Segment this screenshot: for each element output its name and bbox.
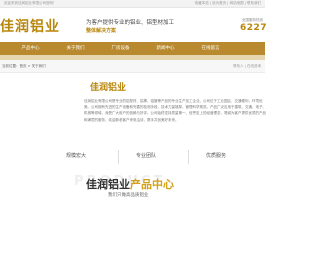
products-title-main: 佳润铝业 [86,178,130,191]
products-title-accent: 产品中心 [130,178,174,191]
feature-scale: 规模宏大 [66,153,87,159]
features-row: 规模宏大 专业团队 优质服务 [0,152,265,164]
hotline-number: 6227 [239,23,267,33]
welcome-text: 欢迎来到佳润铝业有限公司官网！ [4,1,57,5]
about-title: 佳润铝业 [90,83,127,93]
products-subtitle: 我们只做高品质铝业 [108,193,149,198]
contact-links[interactable]: 联系人 | 在线咨询 [233,60,261,72]
nav-item-message[interactable]: 在线留言 [188,42,233,55]
feature-divider [188,150,189,164]
main-nav: 产品中心 关于我们 厂房设备 新闻中心 在线留言 [0,42,265,55]
top-links[interactable]: 收藏本站 | 设为首页 | 网站地图 | 联系我们 [195,0,261,7]
top-bar: 欢迎来到佳润铝业有限公司官网！ 收藏本站 | 设为首页 | 网站地图 | 联系我… [0,0,265,8]
nav-item-about[interactable]: 关于我们 [53,42,98,55]
nav-item-products[interactable]: 产品中心 [8,42,53,55]
nav-item-equipment[interactable]: 厂房设备 [98,42,143,55]
site-logo[interactable]: 佳润铝业 [0,16,60,36]
about-description: 佳润铝业有限公司是专业的铝型材、铝棒、铝管等产品的专业生产加工企业。公司位于工业… [84,99,266,122]
feature-service: 优质服务 [206,153,227,159]
header-slogan-sub: 整体解决方案 [86,28,117,34]
header-slogan: 为客户提供专业的铝业、铝型材加工 [86,20,175,26]
feature-divider [118,150,119,164]
breadcrumb[interactable]: 当前位置：首页 > 关于我们 [2,60,46,72]
site-header: 佳润铝业 为客户提供专业的铝业、铝型材加工 整体解决方案 全国服务热线 6227 [0,8,267,42]
products-title: 佳润铝业产品中心 [86,176,174,192]
breadcrumb-bar: 当前位置：首页 > 关于我们 联系人 | 在线咨询 [0,60,265,73]
nav-item-news[interactable]: 新闻中心 [143,42,188,55]
feature-team: 专业团队 [136,153,157,159]
